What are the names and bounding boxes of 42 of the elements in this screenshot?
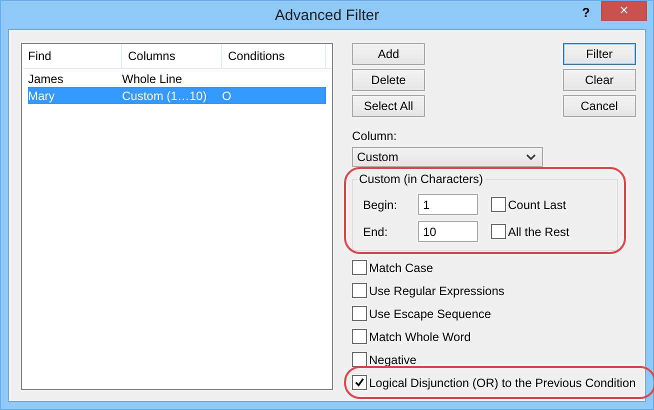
action-button[interactable]: Select All (352, 95, 425, 117)
checkbox-label[interactable]: All the Rest (508, 224, 570, 238)
row-cell-text: James (28, 72, 64, 86)
action-button[interactable]: Delete (352, 69, 425, 91)
row-cell-text: Mary (28, 88, 56, 102)
checkbox[interactable] (352, 306, 367, 321)
checkbox-label[interactable]: Logical Disjunction (OR) to the Previous Condition (369, 376, 636, 390)
column-header[interactable]: Columns (122, 44, 222, 68)
dialog-button[interactable]: Filter (562, 43, 636, 65)
dialog-button[interactable]: Cancel (562, 95, 636, 117)
number-field[interactable]: 10 (418, 221, 478, 242)
field-label: Begin: (363, 198, 398, 212)
checkbox-label[interactable]: Use Regular Expressions (369, 284, 504, 298)
window-title: Advanced Filter (274, 6, 380, 24)
field-label: End: (363, 224, 389, 238)
column-header[interactable]: Conditions (222, 44, 326, 68)
checkbox[interactable] (352, 260, 367, 275)
checkbox[interactable] (352, 329, 367, 344)
checkbox[interactable] (352, 375, 367, 390)
close-button[interactable]: × (601, 1, 647, 21)
checkbox-label[interactable]: Negative (369, 352, 416, 366)
list-row[interactable]: James Whole Line (28, 70, 326, 87)
checkbox[interactable] (352, 352, 367, 367)
checkbox[interactable] (491, 197, 506, 212)
checkbox-label[interactable]: Count Last (508, 198, 566, 212)
checkbox[interactable] (491, 224, 506, 239)
checkbox-label[interactable]: Use Escape Sequence (369, 306, 492, 320)
dialog-button[interactable]: Clear (562, 69, 636, 91)
column-header[interactable]: Find (22, 44, 122, 68)
checkbox[interactable] (352, 283, 367, 298)
column-label: Column: (352, 129, 398, 143)
checkbox-label[interactable]: Match Whole Word (369, 330, 471, 344)
row-cell-text: O (222, 88, 232, 102)
chevron-icon (526, 154, 536, 160)
checkbox-label[interactable]: Match Case (369, 260, 434, 274)
row-cell-text: Whole Line (122, 72, 184, 86)
help-button[interactable]: ? (582, 5, 590, 20)
group-title: Custom (in Characters) (357, 172, 486, 186)
action-button[interactable]: Add (352, 43, 425, 65)
row-cell-text: Custom (1…10) (122, 88, 208, 102)
column-dropdown[interactable]: Custom (352, 147, 543, 167)
number-field[interactable]: 1 (418, 194, 478, 215)
